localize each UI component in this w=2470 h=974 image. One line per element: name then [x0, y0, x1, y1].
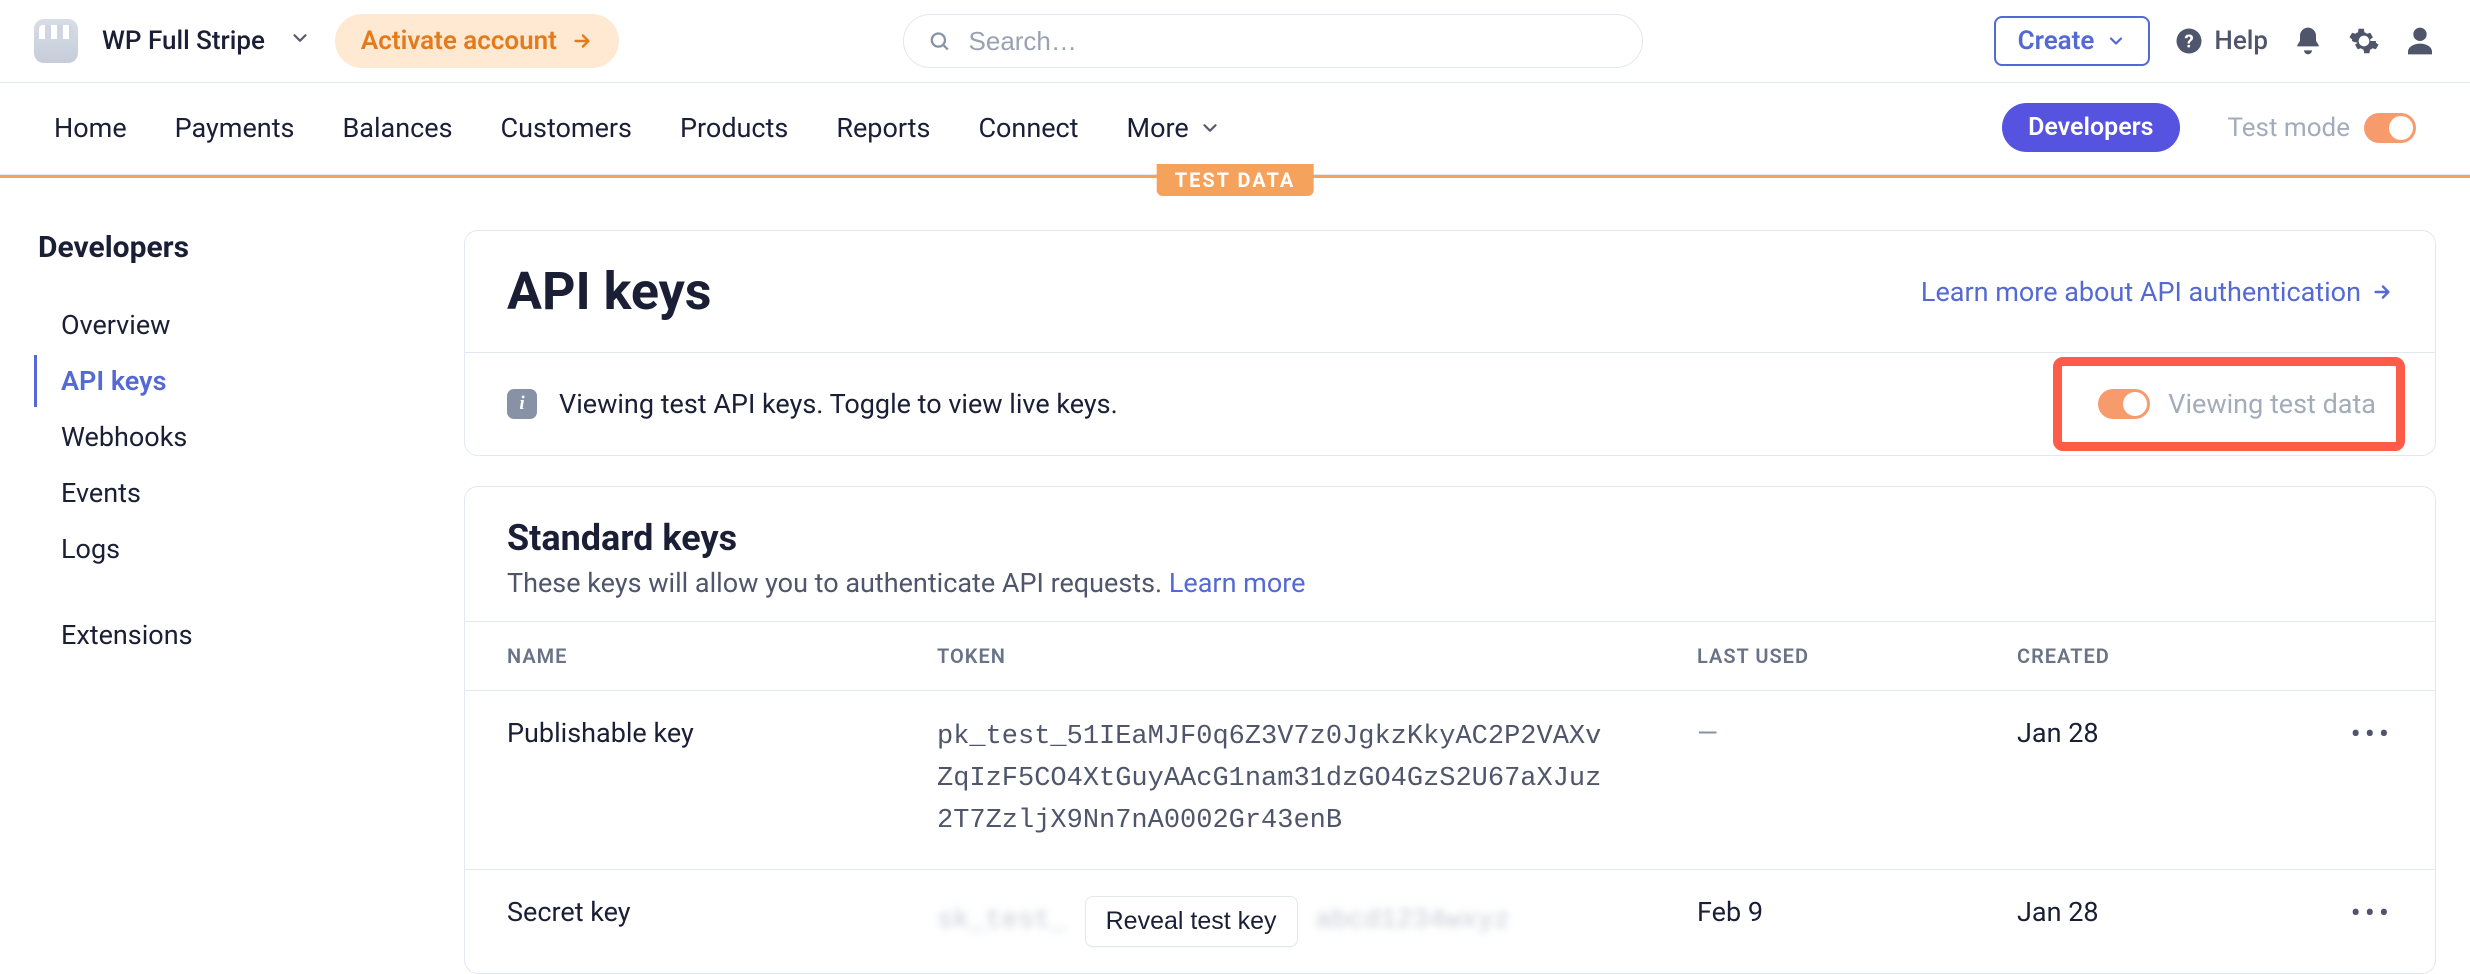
viewing-test-data-toggle[interactable]: Viewing test data — [2082, 378, 2376, 430]
toggle-switch-icon — [2364, 113, 2416, 143]
col-lastused-header: LAST USED — [1655, 622, 1975, 691]
keys-table: NAME TOKEN LAST USED CREATED Publishable… — [465, 621, 2435, 973]
activate-account-label: Activate account — [361, 26, 557, 56]
key-name: Secret key — [465, 869, 895, 973]
create-label: Create — [2018, 26, 2095, 56]
standard-keys-subtitle-text: These keys will allow you to authenticat… — [507, 567, 1169, 599]
nav-balances[interactable]: Balances — [342, 112, 452, 144]
arrow-right-icon — [2371, 281, 2393, 303]
highlight-annotation: Viewing test data — [2053, 357, 2405, 451]
row-actions-button[interactable]: ••• — [2351, 896, 2393, 931]
table-row: Secret key sk_test_ Reveal test key abcd… — [465, 869, 2435, 973]
top-bar: WP Full Stripe Activate account Create ?… — [0, 0, 2470, 83]
reveal-key-button[interactable]: Reveal test key — [1085, 896, 1298, 947]
col-actions-header — [2309, 622, 2435, 691]
nav-home[interactable]: Home — [54, 112, 127, 144]
test-mode-toggle[interactable]: Test mode — [2228, 113, 2417, 143]
sidebar-item-webhooks[interactable]: Webhooks — [34, 411, 464, 463]
key-created: Jan 28 — [1975, 869, 2309, 973]
chevron-down-icon — [2106, 31, 2126, 51]
info-row: i Viewing test API keys. Toggle to view … — [465, 352, 2435, 455]
standard-keys-subtitle: These keys will allow you to authenticat… — [507, 567, 2393, 599]
search-field[interactable] — [903, 14, 1643, 68]
store-name[interactable]: WP Full Stripe — [102, 26, 265, 56]
sidebar: Developers Overview API keys Webhooks Ev… — [34, 230, 464, 974]
help-icon: ? — [2174, 26, 2204, 56]
learn-authentication-link[interactable]: Learn more about API authentication — [1921, 276, 2393, 308]
nav-reports[interactable]: Reports — [836, 112, 930, 144]
key-created: Jan 28 — [1975, 691, 2309, 870]
viewing-test-data-label: Viewing test data — [2168, 388, 2376, 420]
page-header-card: API keys Learn more about API authentica… — [464, 230, 2436, 456]
help-button[interactable]: ? Help — [2174, 26, 2268, 56]
nav-connect[interactable]: Connect — [978, 112, 1078, 144]
activate-account-button[interactable]: Activate account — [335, 14, 619, 68]
info-text: Viewing test API keys. Toggle to view li… — [559, 388, 1118, 420]
sidebar-item-extensions[interactable]: Extensions — [34, 609, 464, 661]
create-button[interactable]: Create — [1994, 16, 2151, 66]
key-token-blur-right: abcd1234wxyz — [1316, 906, 1510, 936]
main-content: API keys Learn more about API authentica… — [464, 230, 2436, 974]
sidebar-item-api-keys[interactable]: API keys — [34, 355, 464, 407]
svg-text:?: ? — [2185, 30, 2194, 52]
learn-authentication-label: Learn more about API authentication — [1921, 276, 2361, 308]
notifications-button[interactable] — [2292, 25, 2324, 57]
standard-keys-title: Standard keys — [507, 517, 2393, 559]
person-icon — [2404, 25, 2436, 57]
bell-icon — [2292, 25, 2324, 57]
developers-chip[interactable]: Developers — [2002, 103, 2179, 152]
sidebar-item-logs[interactable]: Logs — [34, 523, 464, 575]
col-token-header: TOKEN — [895, 622, 1655, 691]
toggle-switch-icon — [2098, 389, 2150, 419]
main-nav: Home Payments Balances Customers Product… — [0, 83, 2470, 175]
arrow-right-icon — [571, 30, 593, 52]
standard-keys-learn-more-link[interactable]: Learn more — [1169, 567, 1306, 599]
nav-products[interactable]: Products — [680, 112, 788, 144]
profile-button[interactable] — [2404, 25, 2436, 57]
nav-customers[interactable]: Customers — [501, 112, 632, 144]
chevron-down-icon[interactable] — [289, 26, 311, 56]
key-token[interactable]: pk_test_51IEaMJF0q6Z3V7z0JgkzKkyAC2P2VAX… — [895, 691, 1655, 870]
help-label: Help — [2214, 26, 2268, 56]
gear-icon — [2348, 25, 2380, 57]
row-actions-button[interactable]: ••• — [2351, 717, 2393, 752]
standard-keys-card: Standard keys These keys will allow you … — [464, 486, 2436, 974]
page-title: API keys — [507, 261, 712, 322]
nav-payments[interactable]: Payments — [175, 112, 295, 144]
test-mode-label: Test mode — [2228, 113, 2351, 143]
table-row: Publishable key pk_test_51IEaMJF0q6Z3V7z… — [465, 691, 2435, 870]
key-token-blur-left: sk_test_ — [937, 906, 1067, 936]
sidebar-nav: Overview API keys Webhooks Events Logs E… — [34, 299, 464, 661]
key-last-used: — — [1655, 691, 1975, 870]
test-data-badge: TEST DATA — [1157, 164, 1314, 196]
sidebar-title: Developers — [38, 230, 464, 265]
info-icon: i — [507, 389, 537, 419]
main-nav-wrap: Home Payments Balances Customers Product… — [0, 83, 2470, 178]
nav-more-label: More — [1127, 112, 1189, 144]
chevron-down-icon — [1199, 117, 1221, 139]
key-last-used: Feb 9 — [1655, 869, 1975, 973]
key-token-cell: sk_test_ Reveal test key abcd1234wxyz — [895, 869, 1655, 973]
sidebar-item-overview[interactable]: Overview — [34, 299, 464, 351]
col-name-header: NAME — [465, 622, 895, 691]
store-logo — [34, 19, 78, 63]
search-input[interactable] — [967, 25, 1618, 58]
col-created-header: CREATED — [1975, 622, 2309, 691]
settings-button[interactable] — [2348, 25, 2380, 57]
key-name: Publishable key — [465, 691, 895, 870]
nav-more[interactable]: More — [1127, 112, 1221, 144]
sidebar-item-events[interactable]: Events — [34, 467, 464, 519]
search-icon — [928, 29, 951, 53]
